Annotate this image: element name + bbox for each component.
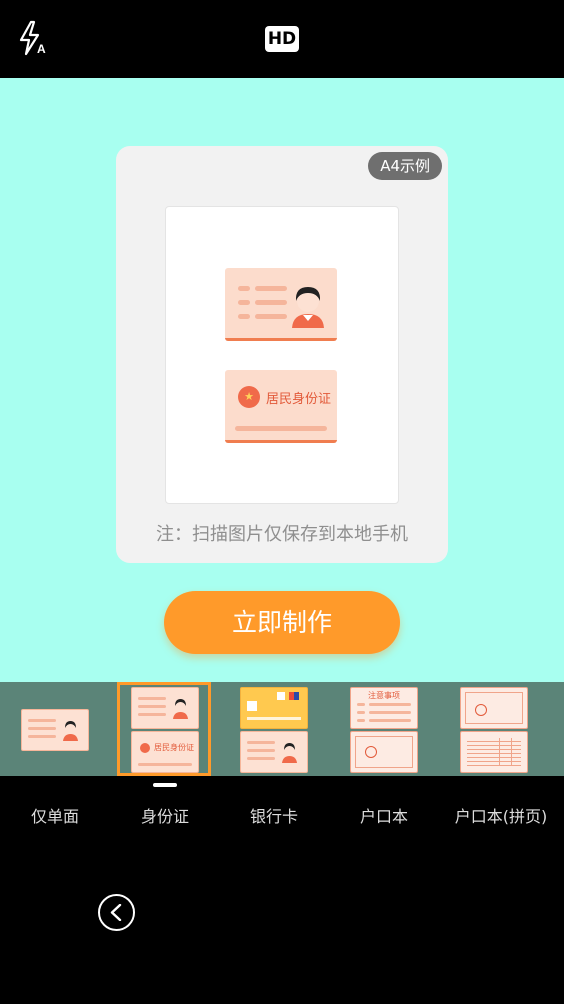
back-button[interactable] xyxy=(98,894,135,931)
storage-note: 注：扫描图片仅保存到本地手机 xyxy=(156,524,408,545)
id-card-back-title: 居民身份证 xyxy=(266,392,332,407)
camera-top-bar: A HD xyxy=(0,0,564,78)
thumb-single-side[interactable] xyxy=(0,682,110,776)
selected-mode-indicator xyxy=(153,783,177,787)
tab-id-card[interactable]: 身份证 xyxy=(110,803,220,827)
thumb-id-back-title: 居民身份证 xyxy=(154,743,194,752)
thumb-household-register-spread[interactable] xyxy=(440,682,550,776)
hd-toggle[interactable]: HD xyxy=(265,26,299,52)
a4-sample-badge[interactable]: A4示例 xyxy=(368,152,442,180)
id-card-back-illustration: ★ 居民身份证 xyxy=(225,370,337,443)
thumb-id-card[interactable]: 居民身份证 xyxy=(117,682,211,776)
flash-auto-icon[interactable]: A xyxy=(14,18,54,60)
a4-paper-sample: ★ 居民身份证 xyxy=(165,206,399,504)
tab-bank-card[interactable]: 银行卡 xyxy=(219,803,329,827)
tab-household-register-spread[interactable]: 户口本(拼页) xyxy=(438,803,564,827)
make-now-button[interactable]: 立即制作 xyxy=(164,591,400,654)
camera-preview: A4示例 ★ 居民身份证 注：扫描图片仅保存到本地手机 立即制作 xyxy=(0,78,564,682)
tab-household-register[interactable]: 户口本 xyxy=(329,803,439,827)
thumb-bank-card[interactable] xyxy=(220,682,330,776)
id-card-front-illustration xyxy=(225,268,337,341)
svg-text:A: A xyxy=(37,42,46,56)
thumb-hukou-title: 注意事项 xyxy=(368,691,400,700)
national-emblem-icon: ★ xyxy=(238,386,260,408)
thumb-household-register[interactable]: 注意事项 xyxy=(330,682,440,776)
tab-single-side[interactable]: 仅单面 xyxy=(0,803,110,827)
avatar-icon xyxy=(292,287,324,328)
sample-card: A4示例 ★ 居民身份证 注：扫描图片仅保存到本地手机 xyxy=(116,146,448,563)
mode-thumbnail-strip: 居民身份证 注意事项 xyxy=(0,682,564,776)
chevron-left-icon xyxy=(110,904,122,921)
